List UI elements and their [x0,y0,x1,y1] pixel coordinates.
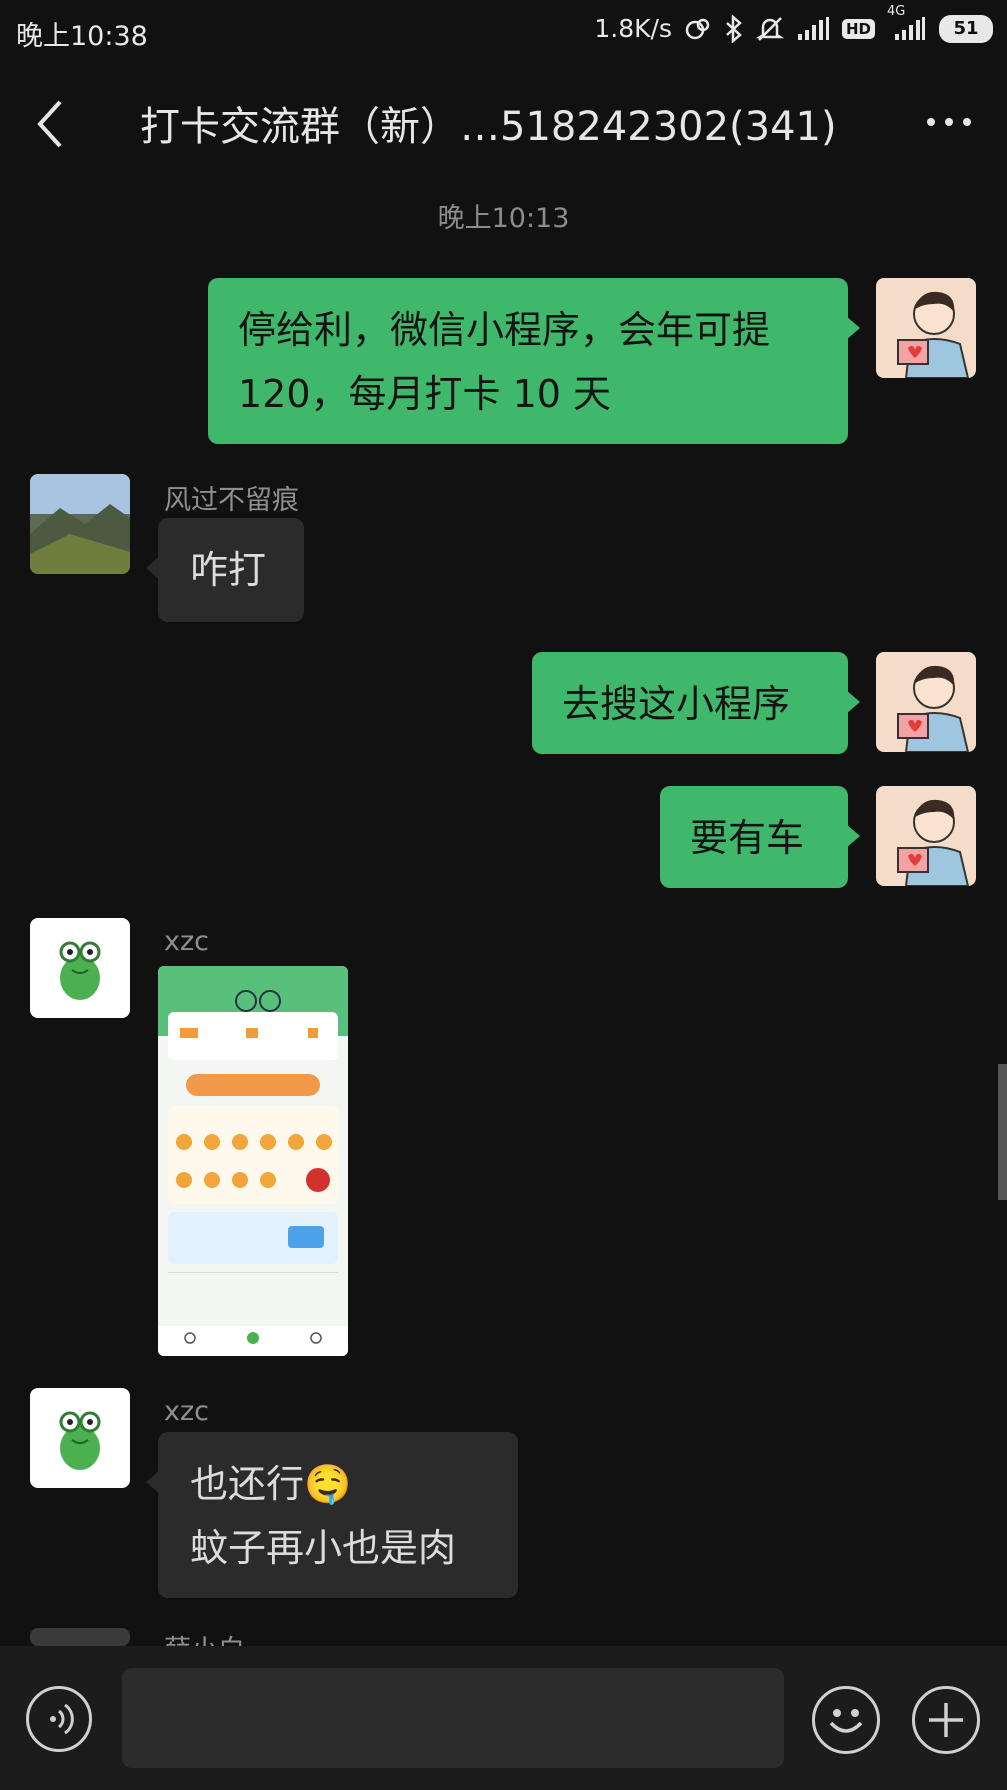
message-line: 要有车 [690,816,805,860]
my-avatar[interactable] [876,278,976,378]
avatar-xzc[interactable] [30,1388,130,1488]
message-bubble-outgoing[interactable]: 停给利，微信小程序，会年可提 120，每月打卡 10 天 [208,278,860,444]
sender-name: 薛小白 [164,1628,245,1646]
message-input[interactable] [122,1668,784,1768]
voice-icon[interactable] [26,1686,92,1752]
net-speed: 1.8K/s [594,14,672,43]
status-bar: 晚上10:38 1.8K/s HD 4G 51 [0,0,1007,62]
avatar-fengguo[interactable] [30,474,130,574]
avatar-xuexiaobai[interactable] [30,1628,130,1646]
battery-icon: 51 [939,14,993,43]
back-arrow-icon[interactable] [30,96,74,152]
message-line: 120，每月打卡 10 天 [238,372,612,416]
message-bubble-outgoing[interactable]: 要有车 [660,786,860,888]
scrollbar[interactable] [998,1064,1007,1200]
message-bubble-outgoing[interactable]: 去搜这小程序 [532,652,860,754]
input-bar [0,1646,1007,1790]
bluetooth-icon [724,14,744,43]
message-bubble-incoming[interactable]: 咋打 [146,518,304,622]
image-message[interactable] [158,966,348,1356]
message-line: 停给利，微信小程序，会年可提 [238,308,771,352]
message-line: 咋打 [190,548,267,592]
mute-bell-icon [755,15,784,43]
avatar-xzc[interactable] [30,918,130,1018]
signal-icon [796,16,830,42]
emoji-icon[interactable] [812,1686,880,1754]
message-bubble-incoming[interactable]: 也还行🤤 蚊子再小也是肉 [146,1432,518,1598]
chat-header: 打卡交流群（新）…518242302(341) [0,62,1007,182]
4g-signal-icon: 4G [887,4,927,42]
status-icons: 1.8K/s HD 4G 51 [594,4,993,43]
chat-title: 打卡交流群（新）…518242302(341) [140,104,837,150]
my-avatar[interactable] [876,652,976,752]
plus-icon[interactable] [912,1686,980,1754]
network-type: 4G [887,3,906,19]
status-time: 晚上10:38 [16,21,148,52]
message-line: 去搜这小程序 [562,682,791,726]
hd-icon: HD [841,18,875,39]
sender-name: 风过不留痕 [164,485,299,516]
link-icon [684,16,712,42]
message-line: 也还行🤤 [190,1462,352,1506]
sender-name: xzc [164,1396,209,1427]
message-line: 蚊子再小也是肉 [190,1526,457,1570]
my-avatar[interactable] [876,786,976,886]
sender-name: xzc [164,926,209,957]
more-dots-icon[interactable] [927,118,971,126]
message-timestamp: 晚上10:13 [437,203,570,234]
